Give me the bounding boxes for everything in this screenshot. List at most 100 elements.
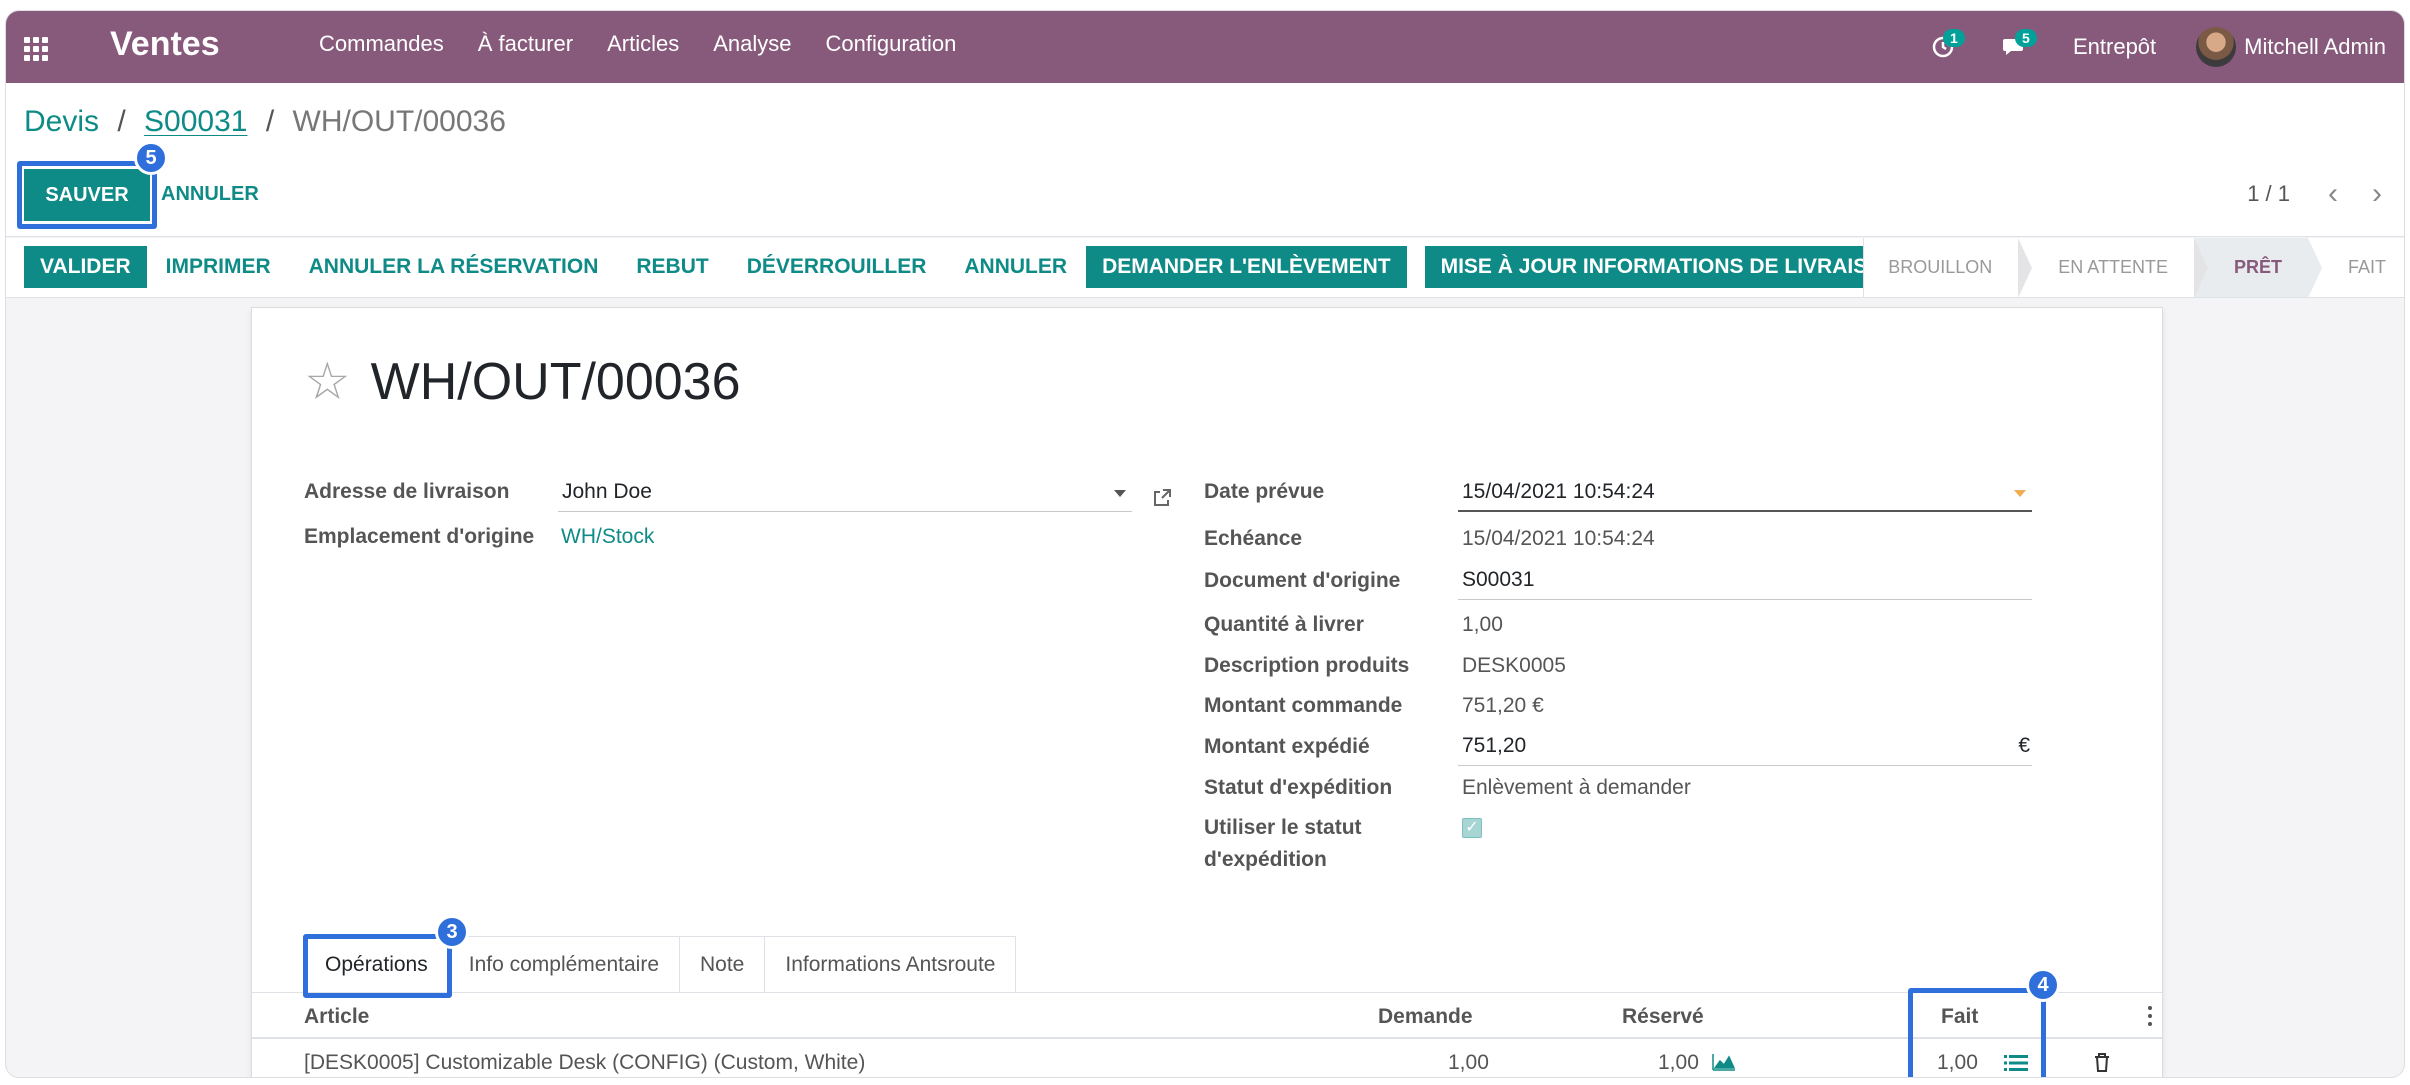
menu-item-reporting[interactable]: Analyse bbox=[713, 31, 791, 57]
origin-label: Document d'origine bbox=[1204, 569, 1401, 592]
stage-done[interactable]: FAIT bbox=[2307, 238, 2404, 297]
delivery-address-field[interactable]: John Doe bbox=[558, 480, 1132, 512]
order-amount-value: 751,20 € bbox=[1462, 694, 1544, 717]
step-marker-save: 5 bbox=[134, 141, 168, 175]
record-name: WH/OUT/00036 bbox=[370, 353, 741, 411]
app-title[interactable]: Ventes bbox=[110, 25, 220, 64]
main-menu: Commandes À facturer Articles Analyse Co… bbox=[319, 31, 956, 57]
chevron-down-icon[interactable] bbox=[1114, 490, 1126, 497]
column-article[interactable]: Article bbox=[304, 1005, 369, 1029]
table-header: Article Demande Réservé Fait bbox=[252, 993, 2162, 1039]
activity-button[interactable]: 1 bbox=[1923, 27, 1965, 67]
origin-value: S00031 bbox=[1462, 568, 1535, 591]
menu-item-orders[interactable]: Commandes bbox=[319, 31, 444, 57]
cancel-button[interactable]: ANNULER bbox=[945, 246, 1086, 288]
pager-next-icon[interactable]: › bbox=[2372, 177, 2382, 211]
scheduled-date-label: Date prévue bbox=[1204, 480, 1325, 503]
shipped-amount-field[interactable]: 751,20 € bbox=[1458, 734, 2032, 766]
chevron-down-icon[interactable] bbox=[2014, 490, 2026, 497]
messages-badge: 5 bbox=[2014, 29, 2037, 47]
column-reserved[interactable]: Réservé bbox=[1622, 1005, 1704, 1029]
status-bar-buttons: VALIDER IMPRIMER ANNULER LA RÉSERVATION … bbox=[24, 246, 1915, 288]
product-description-label: Description produits bbox=[1204, 654, 1410, 677]
external-link-icon[interactable] bbox=[1152, 488, 1172, 508]
table-row[interactable]: [DESK0005] Customizable Desk (CONFIG) (C… bbox=[252, 1039, 2162, 1077]
scrap-button[interactable]: REBUT bbox=[617, 246, 727, 288]
column-demand[interactable]: Demande bbox=[1378, 1005, 1473, 1029]
shipping-status-label: Statut d'expédition bbox=[1204, 776, 1393, 799]
stage-ready[interactable]: PRÊT bbox=[2193, 238, 2323, 298]
shipping-status-value: Enlèvement à demander bbox=[1462, 776, 1691, 799]
source-location-label: Emplacement d'origine bbox=[304, 525, 535, 548]
quantity-value: 1,00 bbox=[1462, 613, 1503, 636]
request-pickup-button[interactable]: DEMANDER L'ENLÈVEMENT bbox=[1086, 246, 1407, 288]
user-menu[interactable]: Mitchell Admin bbox=[2196, 27, 2386, 67]
unreserve-button[interactable]: ANNULER LA RÉSERVATION bbox=[290, 246, 618, 288]
row-reserved: 1,00 bbox=[1658, 1051, 1699, 1074]
company-switcher[interactable]: Entrepôt bbox=[2073, 34, 2156, 60]
menu-item-configuration[interactable]: Configuration bbox=[826, 31, 957, 57]
menu-item-products[interactable]: Articles bbox=[607, 31, 679, 57]
use-status-label-line2: d'expédition bbox=[1204, 848, 1327, 871]
step-marker-tab: 3 bbox=[435, 915, 469, 949]
notebook-tabs: Opérations Info complémentaire Note Info… bbox=[304, 936, 1017, 992]
update-delivery-info-button[interactable]: MISE À JOUR INFORMATIONS DE LIVRAISON bbox=[1424, 246, 1915, 288]
deadline-label: Echéance bbox=[1204, 527, 1303, 550]
title-row: ☆ WH/OUT/00036 bbox=[304, 352, 741, 412]
star-icon[interactable]: ☆ bbox=[304, 356, 351, 408]
stage-waiting[interactable]: EN ATTENTE bbox=[2018, 238, 2208, 298]
optional-columns-icon[interactable] bbox=[2148, 1006, 2152, 1026]
origin-field[interactable]: S00031 bbox=[1458, 568, 2032, 600]
breadcrumb-separator: / bbox=[117, 105, 126, 138]
validate-button[interactable]: VALIDER bbox=[24, 246, 147, 288]
tab-operations[interactable]: Opérations bbox=[304, 936, 449, 992]
stage-pipeline: BROUILLON EN ATTENTE PRÊT FAIT bbox=[1863, 238, 2404, 298]
scheduled-date-value: 15/04/2021 10:54:24 bbox=[1462, 480, 1655, 503]
pager-previous-icon[interactable]: ‹ bbox=[2328, 177, 2338, 211]
messages-button[interactable]: 5 bbox=[1995, 27, 2037, 67]
user-name: Mitchell Admin bbox=[2244, 34, 2386, 59]
step-marker-done: 4 bbox=[2026, 968, 2060, 1002]
shipped-amount-label: Montant expédié bbox=[1204, 735, 1370, 758]
delivery-address-value: John Doe bbox=[562, 480, 652, 503]
breadcrumb-sale-order[interactable]: S00031 bbox=[144, 105, 247, 138]
currency-symbol: € bbox=[2018, 734, 2030, 757]
quantity-label: Quantité à livrer bbox=[1204, 613, 1364, 636]
stage-draft[interactable]: BROUILLON bbox=[1864, 238, 2033, 298]
activity-badge: 1 bbox=[1942, 29, 1965, 47]
row-done[interactable]: 1,00 bbox=[1937, 1051, 1978, 1075]
apps-menu-icon[interactable] bbox=[24, 37, 48, 61]
pager-value[interactable]: 1 / 1 bbox=[2247, 181, 2290, 207]
breadcrumb-separator: / bbox=[265, 105, 275, 138]
delivery-address-label: Adresse de livraison bbox=[304, 480, 510, 503]
menu-item-to-invoice[interactable]: À facturer bbox=[478, 31, 573, 57]
breadcrumb-current: WH/OUT/00036 bbox=[292, 105, 506, 138]
app-window: Ventes Commandes À facturer Articles Ana… bbox=[5, 10, 2405, 1078]
shipped-amount-value: 751,20 bbox=[1462, 734, 1527, 757]
tab-antsroute-info[interactable]: Informations Antsroute bbox=[764, 936, 1017, 992]
row-demand: 1,00 bbox=[1448, 1051, 1489, 1074]
source-location-link[interactable]: WH/Stock bbox=[561, 525, 654, 549]
pager: 1 / 1 ‹ › bbox=[2247, 177, 2382, 211]
column-done[interactable]: Fait bbox=[1941, 1005, 1978, 1029]
discard-button[interactable]: ANNULER bbox=[161, 183, 259, 206]
use-status-label-line1: Utiliser le statut bbox=[1204, 816, 1362, 839]
unlock-button[interactable]: DÉVERROUILLER bbox=[728, 246, 946, 288]
forecast-chart-icon[interactable] bbox=[1712, 1052, 1736, 1072]
status-bar: VALIDER IMPRIMER ANNULER LA RÉSERVATION … bbox=[6, 238, 2404, 298]
avatar bbox=[2196, 27, 2237, 67]
print-button[interactable]: IMPRIMER bbox=[147, 246, 290, 288]
detailed-operations-icon[interactable] bbox=[2004, 1054, 2028, 1072]
control-panel: Devis / S00031 / WH/OUT/00036 SAUVER 5 A… bbox=[6, 83, 2404, 237]
deadline-value: 15/04/2021 10:54:24 bbox=[1462, 527, 1655, 550]
save-button[interactable]: SAUVER bbox=[24, 169, 150, 221]
breadcrumb-quotations[interactable]: Devis bbox=[24, 105, 99, 138]
tab-note[interactable]: Note bbox=[679, 936, 766, 992]
scheduled-date-field[interactable]: 15/04/2021 10:54:24 bbox=[1458, 480, 2032, 512]
use-status-checkbox[interactable]: ✓ bbox=[1462, 818, 1482, 838]
order-amount-label: Montant commande bbox=[1204, 694, 1403, 717]
tab-additional-info[interactable]: Info complémentaire bbox=[447, 936, 680, 992]
product-description-value: DESK0005 bbox=[1462, 654, 1566, 677]
row-article[interactable]: [DESK0005] Customizable Desk (CONFIG) (C… bbox=[304, 1051, 865, 1075]
trash-icon[interactable] bbox=[2093, 1052, 2111, 1072]
